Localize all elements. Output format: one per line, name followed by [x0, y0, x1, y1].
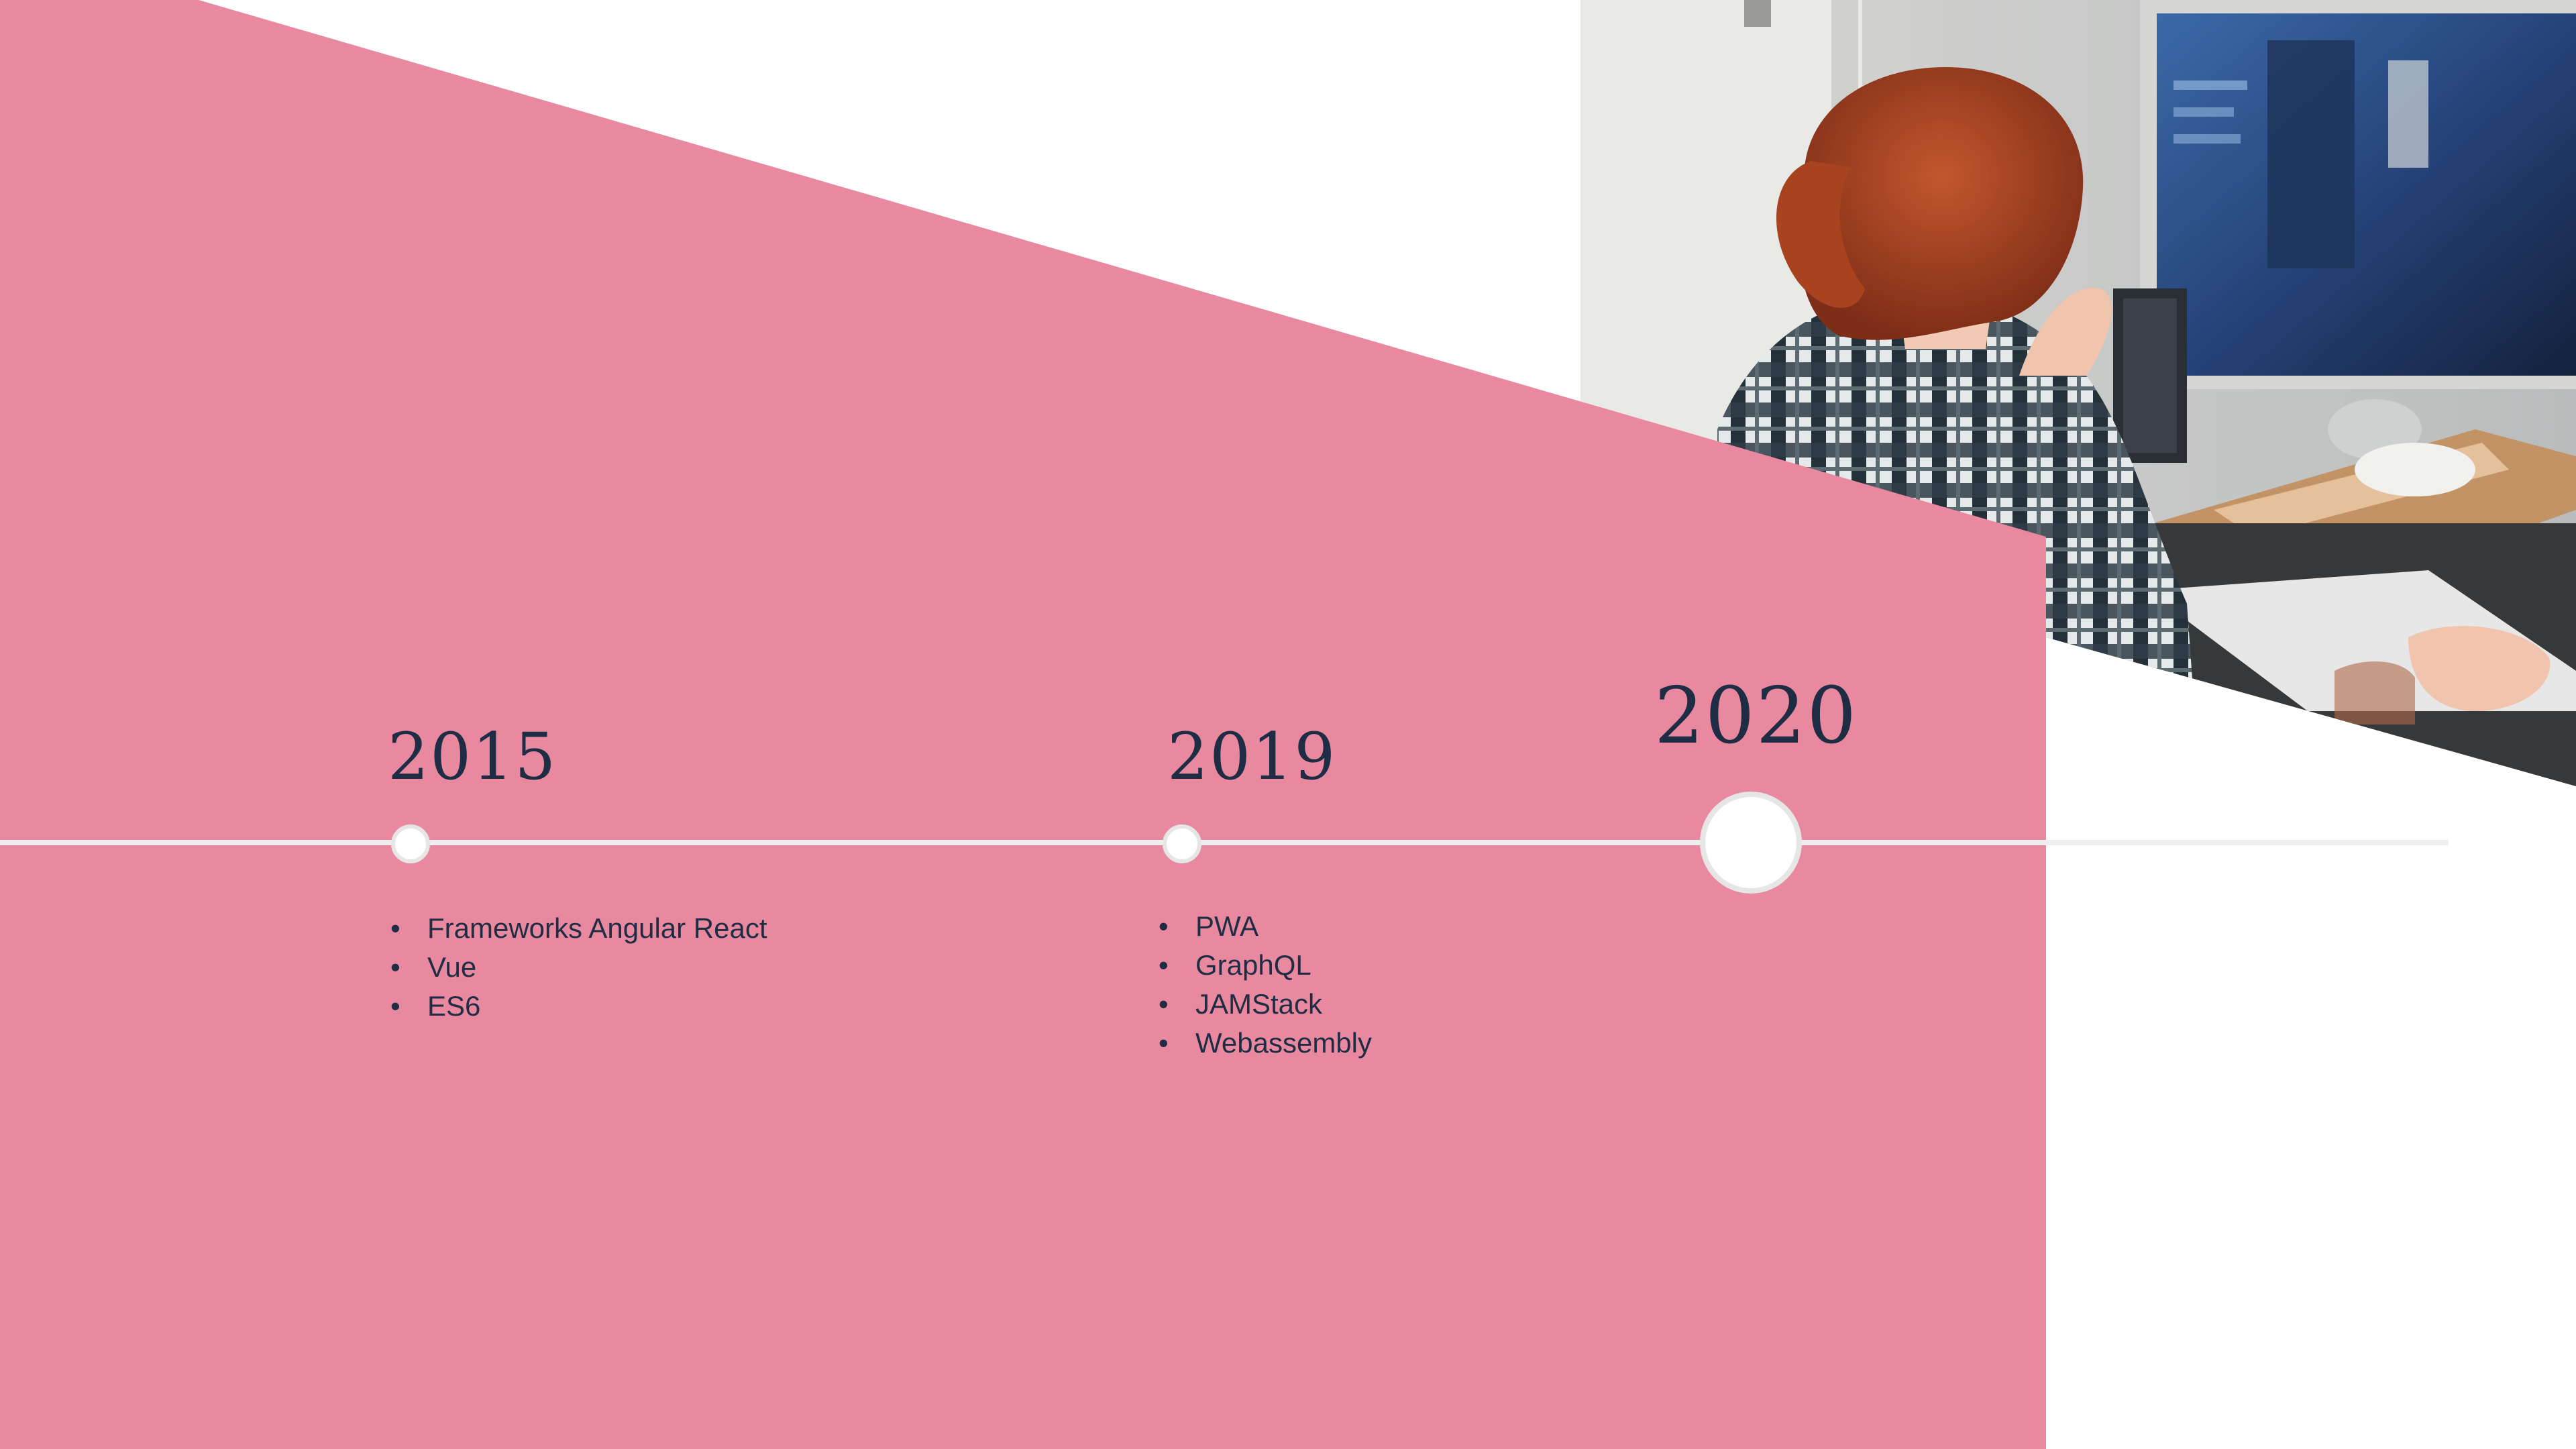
timeline-line — [0, 840, 2449, 845]
list-item: ES6 — [390, 987, 767, 1026]
list-item: PWA — [1159, 907, 1372, 946]
list-item: Frameworks Angular React — [390, 909, 767, 948]
milestone-list-2015: Frameworks Angular React Vue ES6 — [390, 909, 767, 1026]
timeline-marker-2015 — [391, 824, 430, 863]
milestone-year-2015: 2015 — [388, 719, 557, 794]
list-item: JAMStack — [1159, 985, 1372, 1024]
timeline-marker-2019 — [1163, 824, 1201, 863]
list-item: Vue — [390, 948, 767, 987]
milestone-list-2019: PWA GraphQL JAMStack Webassembly — [1159, 907, 1372, 1063]
timeline-slide: 2015 2019 2020 Frameworks Angular React … — [0, 0, 2576, 1449]
milestone-year-2019: 2019 — [1167, 719, 1337, 794]
list-item: Webassembly — [1159, 1024, 1372, 1063]
milestone-year-2020: 2020 — [1654, 671, 1858, 761]
list-item: GraphQL — [1159, 946, 1372, 985]
timeline-marker-2020 — [1700, 792, 1802, 894]
